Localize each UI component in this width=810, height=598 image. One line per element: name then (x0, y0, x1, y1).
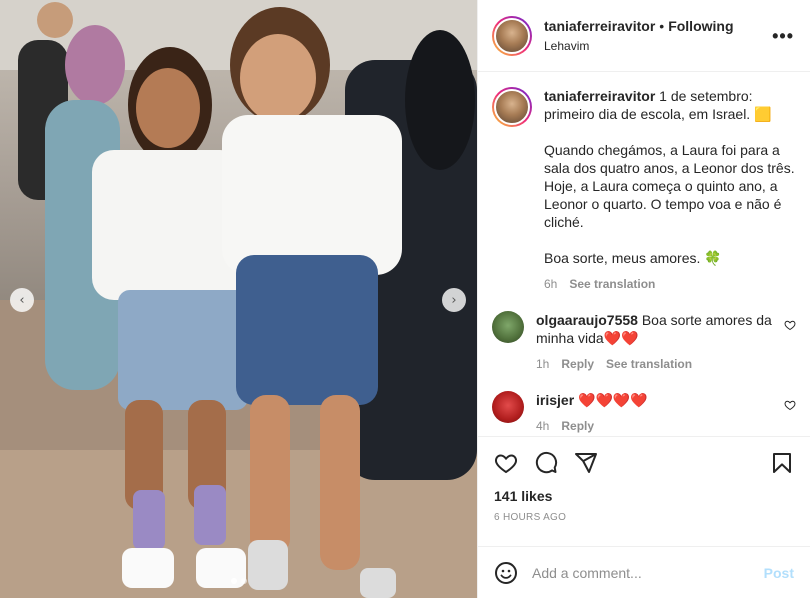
more-options-icon[interactable]: ••• (772, 26, 794, 47)
photo-illustration (0, 0, 477, 598)
author-username[interactable]: taniaferreiravitor (544, 18, 655, 34)
separator-dot: • (659, 17, 665, 34)
following-button[interactable]: Following (668, 18, 733, 34)
comments-list[interactable]: taniaferreiravitor 1 de setembro: primei… (478, 73, 810, 435)
post-location[interactable]: Lehavim (544, 37, 734, 55)
comment-username[interactable]: olgaaraujo7558 (536, 312, 638, 328)
caption-username[interactable]: taniaferreiravitor (544, 88, 655, 104)
carousel-indicator (0, 578, 477, 584)
see-translation-button[interactable]: See translation (606, 355, 692, 373)
caption: taniaferreiravitor 1 de setembro: primei… (492, 87, 796, 293)
comment-time[interactable]: 4h (536, 417, 549, 435)
likes-count[interactable]: 141 likes (494, 488, 794, 504)
heart-emojis: ❤️❤️❤️❤️ (578, 392, 648, 408)
carousel-next-button[interactable]: › (442, 288, 466, 312)
heart-emojis: ❤️❤️ (603, 330, 639, 346)
emoji-icon[interactable] (494, 561, 518, 585)
post-actions: 141 likes 6 HOURS AGO (478, 436, 810, 546)
post-comment-button[interactable]: Post (764, 565, 794, 581)
comment-username[interactable]: irisjer (536, 392, 574, 408)
like-icon[interactable] (494, 451, 518, 475)
comment-time[interactable]: 1h (536, 355, 549, 373)
comment-composer: Post (478, 546, 810, 598)
post-timestamp[interactable]: 6 HOURS AGO (494, 512, 794, 523)
see-translation-button[interactable]: See translation (569, 275, 655, 293)
like-comment-icon[interactable] (784, 319, 796, 331)
reply-button[interactable]: Reply (561, 355, 594, 373)
carousel-prev-button[interactable]: ‹ (10, 288, 34, 312)
bookmark-icon[interactable] (770, 451, 794, 475)
like-comment-icon[interactable] (784, 399, 796, 411)
share-icon[interactable] (574, 451, 598, 475)
comment-input[interactable] (532, 564, 764, 581)
post-header: taniaferreiravitor • Following Lehavim ••• (478, 0, 810, 72)
post-photo[interactable]: ‹ › (0, 0, 477, 598)
carousel-dot (240, 578, 247, 584)
caption-time[interactable]: 6h (544, 275, 557, 293)
post-details-panel: taniaferreiravitor • Following Lehavim •••… (477, 0, 810, 598)
caption-text: 1 de setembro: primeiro dia de escola, e… (544, 88, 795, 266)
caption-avatar[interactable] (492, 87, 532, 127)
commenter-avatar[interactable] (492, 311, 524, 343)
comment-item: irisjer ❤️❤️❤️❤️ 4h Reply (492, 391, 796, 435)
reply-button[interactable]: Reply (561, 417, 594, 435)
author-avatar[interactable] (492, 15, 532, 56)
comment-icon[interactable] (534, 451, 558, 475)
carousel-dot-active (230, 578, 237, 584)
commenter-avatar[interactable] (492, 391, 524, 423)
comment-item: olgaaraujo7558 Boa sorte amores da minha… (492, 311, 796, 373)
